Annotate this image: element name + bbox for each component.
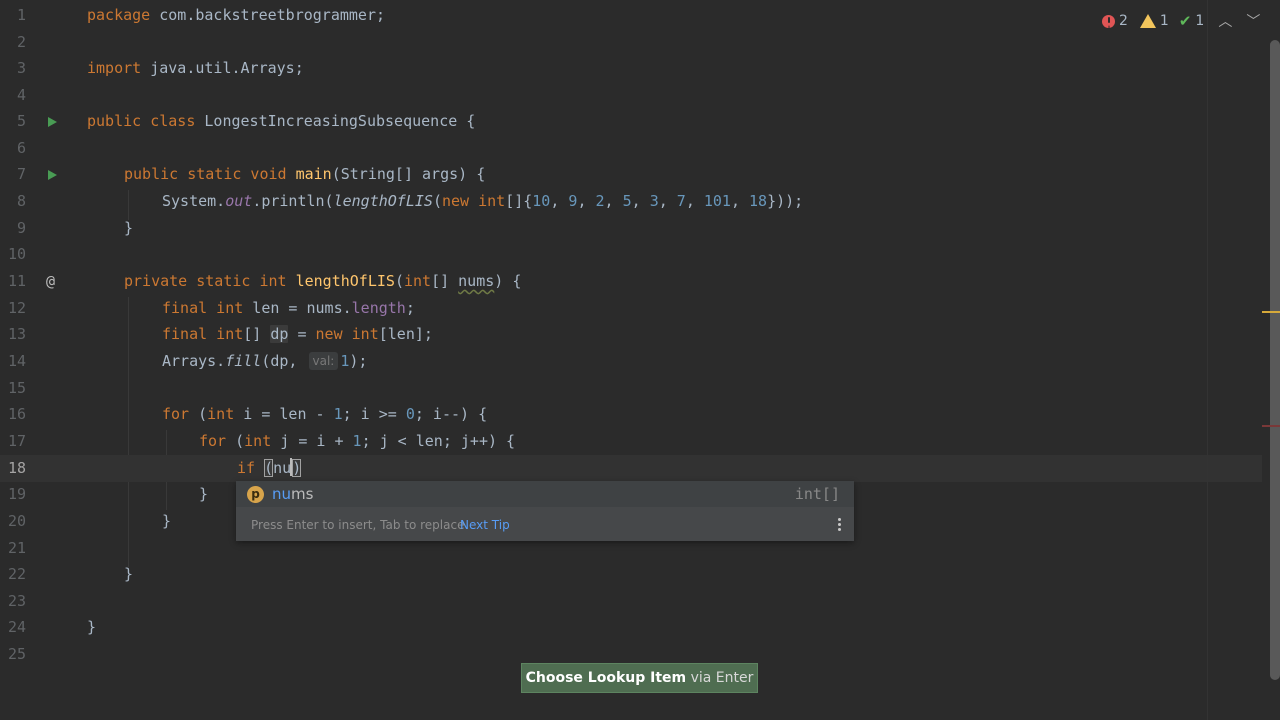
right-margin-guide (1207, 0, 1208, 720)
code-text: if (nu) (237, 458, 302, 477)
code-line[interactable]: 5 public class LongestIncreasingSubseque… (0, 108, 1262, 135)
code-line[interactable]: 15 (0, 375, 1262, 402)
inspections-widget[interactable]: 2 1 ✔ 1 ︿ ﹀ (1102, 12, 1260, 30)
vertical-scrollbar[interactable] (1270, 40, 1280, 680)
ok-count: 1 (1195, 13, 1205, 29)
line-number: 6 (16, 139, 26, 157)
line-number: 12 (7, 299, 26, 317)
code-line[interactable]: 4 (0, 82, 1262, 109)
code-line[interactable]: 1 package com.backstreetbrogrammer; (0, 2, 1262, 29)
parameter-icon: p (247, 486, 264, 503)
code-text: Arrays.fill(dp, val: 1); (162, 352, 368, 370)
code-text: } (124, 219, 134, 237)
line-number: 21 (7, 539, 26, 557)
code-line[interactable]: 10 (0, 241, 1262, 268)
completion-name: nums (272, 485, 314, 503)
line-number: 24 (7, 618, 26, 636)
line-number: 2 (16, 33, 26, 51)
code-line[interactable]: 16 for (int i = len - 1; i >= 0; i--) { (0, 401, 1262, 428)
code-line[interactable]: 22 } (0, 561, 1262, 588)
line-number: 14 (7, 352, 26, 370)
line-number: 10 (7, 245, 26, 263)
line-number: 22 (7, 565, 26, 583)
line-number: 3 (16, 59, 26, 77)
chevron-up-icon[interactable]: ︿ (1218, 11, 1232, 31)
line-number: 11 (7, 272, 26, 290)
check-icon: ✔ (1178, 12, 1192, 30)
completion-type: int[] (794, 485, 840, 503)
code-line[interactable]: 7 public static void main(String[] args)… (0, 161, 1262, 188)
run-main-icon[interactable] (48, 170, 57, 180)
code-line[interactable]: 2 (0, 29, 1262, 56)
line-number: 16 (7, 405, 26, 423)
run-class-icon[interactable] (48, 117, 57, 127)
completion-footer: Press Enter to insert, Tab to replace Ne… (236, 513, 854, 537)
line-number: 4 (16, 86, 26, 104)
line-number: 17 (7, 432, 26, 450)
code-line[interactable]: 11 @ private static int lengthOfLIS(int[… (0, 268, 1262, 295)
code-line[interactable]: 13 final int[] dp = new int[len]; (0, 321, 1262, 348)
code-line-current[interactable]: 18 if (nu) (0, 455, 1262, 482)
warning-marker[interactable] (1262, 311, 1280, 313)
toast-action: Choose Lookup Item (525, 670, 687, 686)
toast-shortcut: via Enter (690, 670, 754, 686)
error-marker[interactable] (1262, 425, 1280, 427)
code-text: final int len = nums.length; (162, 299, 415, 317)
chevron-down-icon[interactable]: ﹀ (1246, 11, 1260, 31)
code-text: final int[] dp = new int[len]; (162, 325, 433, 343)
code-line[interactable]: 14 Arrays.fill(dp, val: 1); (0, 348, 1262, 375)
completion-item[interactable]: p nums int[] (236, 481, 854, 507)
line-number: 5 (16, 112, 26, 130)
line-number: 18 (7, 459, 26, 477)
code-text: for (int j = i + 1; j < len; j++) { (199, 432, 516, 450)
code-text: for (int i = len - 1; i >= 0; i--) { (162, 405, 488, 423)
line-number: 9 (16, 219, 26, 237)
code-line[interactable]: 3 import java.util.Arrays; (0, 55, 1262, 82)
code-line[interactable]: 8 System.out.println(lengthOfLIS(new int… (0, 188, 1262, 215)
warning-count: 1 (1159, 13, 1169, 29)
line-number: 19 (7, 485, 26, 503)
code-line[interactable]: 9 } (0, 215, 1262, 242)
line-number: 13 (7, 325, 26, 343)
line-number: 25 (7, 645, 26, 663)
line-number: 7 (16, 165, 26, 183)
code-line[interactable]: 6 (0, 135, 1262, 162)
line-number: 8 (16, 192, 26, 210)
warning-icon (1139, 14, 1156, 28)
line-number: 1 (16, 6, 26, 24)
completion-popup[interactable]: p nums int[] Press Enter to insert, Tab … (236, 481, 854, 541)
footer-hint: Press Enter to insert, Tab to replace (251, 518, 465, 532)
key-promoter-toast: Choose Lookup Item via Enter (521, 663, 758, 693)
code-text: } (199, 485, 209, 503)
code-text: import java.util.Arrays; (87, 59, 304, 77)
code-text: public static void main(String[] args) { (124, 165, 486, 183)
annotation-icon[interactable]: @ (46, 268, 55, 295)
error-icon (1102, 14, 1115, 28)
code-text: } (162, 512, 172, 530)
code-text: package com.backstreetbrogrammer; (87, 6, 386, 24)
code-line[interactable]: 24 } (0, 614, 1262, 641)
line-number: 15 (7, 379, 26, 397)
code-line[interactable]: 23 (0, 588, 1262, 615)
code-text: private static int lengthOfLIS(int[] num… (124, 272, 522, 290)
code-line[interactable]: 17 for (int j = i + 1; j < len; j++) { (0, 428, 1262, 455)
line-number: 23 (7, 592, 26, 610)
code-editor[interactable]: 1 package com.backstreetbrogrammer; 2 3 … (0, 0, 1280, 720)
code-text: } (124, 565, 134, 583)
code-line[interactable]: 12 final int len = nums.length; (0, 295, 1262, 322)
more-options-icon[interactable] (838, 518, 842, 533)
code-text: System.out.println(lengthOfLIS(new int[]… (162, 192, 804, 210)
parameter-hint: val: (308, 352, 339, 370)
next-tip-link[interactable]: Next Tip (460, 513, 510, 537)
line-number: 20 (7, 512, 26, 530)
error-count: 2 (1119, 13, 1128, 29)
code-text: public class LongestIncreasingSubsequenc… (87, 112, 476, 130)
code-text: } (87, 618, 97, 636)
